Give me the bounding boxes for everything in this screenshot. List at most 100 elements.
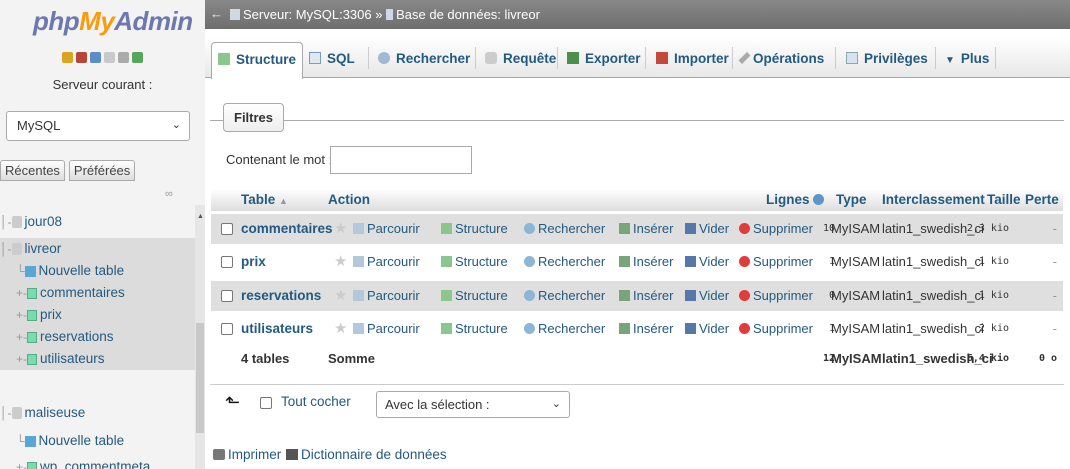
query-window-icon[interactable] [90,52,101,63]
action-browse[interactable]: Parcourir [353,314,420,344]
home-icon[interactable] [62,52,73,63]
row-size[interactable]: 2,3 kio [967,214,1009,244]
docs-icon[interactable] [104,52,115,63]
tree-db-livreor[interactable]: │- livreor [0,238,195,260]
tab-more[interactable]: ▼ Plus [945,42,989,76]
reload-icon[interactable] [132,52,143,63]
arrow-left-icon[interactable]: ← [210,6,223,21]
tab-recent[interactable]: Récentes [0,160,65,181]
header-size[interactable]: Taille [987,192,1021,207]
tab-privileges[interactable]: Privilèges [846,42,928,76]
action-structure[interactable]: Structure [441,247,508,277]
with-selected-select[interactable]: Avec la sélection : ⌄ [376,391,570,418]
action-search[interactable]: Rechercher [524,214,605,244]
tab-search[interactable]: Rechercher [378,42,470,76]
action-search[interactable]: Rechercher [524,314,605,344]
header-collation[interactable]: Interclassement [882,192,985,207]
expand-icon[interactable]: │- [0,215,12,229]
action-drop[interactable]: Supprimer [739,214,813,244]
action-drop[interactable]: Supprimer [739,247,813,277]
table-name-link[interactable]: commentaires [241,214,333,244]
action-empty[interactable]: Vider [685,314,729,344]
row-checkbox[interactable] [221,256,233,268]
action-search[interactable]: Rechercher [524,281,605,311]
phpmyadmin-logo[interactable]: phpMyAdmin [33,6,193,37]
import-icon [656,52,668,64]
action-browse[interactable]: Parcourir [353,247,420,277]
tree-new-table[interactable]: └ Nouvelle table [0,260,195,282]
table-summary-row: 4 tables Somme 12 MyISAM latin1_swedish_… [211,348,1063,370]
tree-table-prix[interactable]: +- prix [0,304,195,326]
tree-table-wp-commentmeta[interactable]: +- wp_commentmeta [0,456,150,469]
tab-export[interactable]: Exporter [567,42,641,76]
scrollbar-thumb[interactable] [196,323,204,433]
favorite-star-icon[interactable]: ★ [334,314,347,344]
table-name-link[interactable]: utilisateurs [241,314,313,344]
action-empty[interactable]: Vider [685,281,729,311]
action-empty[interactable]: Vider [685,247,729,277]
tree-table-utilisateurs[interactable]: +- utilisateurs [0,348,195,370]
link-with-main-icon[interactable]: ∞ [165,188,173,200]
favorite-star-icon[interactable]: ★ [334,281,347,311]
tab-import[interactable]: Importer [656,42,729,76]
breadcrumb-server[interactable]: Serveur: MySQL:3306 [243,7,372,22]
row-size[interactable]: 1 kio [979,247,1009,277]
action-insert[interactable]: Insérer [619,214,673,244]
header-rows[interactable]: Lignes [766,192,825,207]
header-overhead[interactable]: Perte [1025,192,1059,207]
tree-db-maliseuse[interactable]: │- maliseuse [0,402,195,424]
row-checkbox[interactable] [221,290,233,302]
tab-operations[interactable]: Opérations [738,42,824,76]
sql-icon [309,52,321,64]
scroll-up-icon[interactable]: ▲ [197,213,204,220]
row-checkbox[interactable] [221,323,233,335]
table-name-link[interactable]: reservations [241,281,321,311]
settings-icon[interactable] [118,52,129,63]
row-size[interactable]: 2 kio [979,314,1009,344]
action-insert[interactable]: Insérer [619,281,673,311]
check-all-checkbox[interactable] [260,397,272,409]
logout-icon[interactable] [76,52,87,63]
info-icon[interactable] [813,194,825,205]
row-collation: latin1_swedish_ci [882,288,984,303]
tree-scrollbar[interactable]: ▲ [195,205,205,469]
server-select[interactable]: MySQL ⌄ [6,111,190,141]
breadcrumb: Serveur: MySQL:3306 » Base de données: l… [230,7,540,22]
row-size[interactable]: 1 kio [979,281,1009,311]
action-search[interactable]: Rechercher [524,247,605,277]
table-name-link[interactable]: prix [241,247,266,277]
action-structure[interactable]: Structure [441,314,508,344]
action-drop[interactable]: Supprimer [739,314,813,344]
tab-structure[interactable]: Structure [211,42,304,79]
tree-table-reservations[interactable]: +- reservations [0,326,195,348]
table-row: commentaires ★ Parcourir Structure Reche… [211,214,1063,244]
action-structure[interactable]: Structure [441,214,508,244]
action-browse[interactable]: Parcourir [353,214,420,244]
row-checkbox[interactable] [221,223,233,235]
tab-query[interactable]: Requête [485,42,556,76]
row-overhead: - [1052,288,1057,303]
collapse-icon[interactable]: │- [0,242,12,256]
action-insert[interactable]: Insérer [619,314,673,344]
header-type[interactable]: Type [836,192,867,207]
action-empty[interactable]: Vider [685,214,729,244]
favorite-star-icon[interactable]: ★ [334,247,347,277]
favorite-star-icon[interactable]: ★ [334,214,347,244]
filter-input[interactable] [330,146,472,174]
tab-sql[interactable]: SQL [309,42,355,76]
tree-db-jour08[interactable]: │- jour08 [0,211,62,233]
action-browse[interactable]: Parcourir [353,281,420,311]
breadcrumb-database[interactable]: Base de données: livreor [396,7,540,22]
tab-favorites[interactable]: Préférées [68,160,136,181]
check-all-label[interactable]: Tout cocher [281,394,351,409]
tree-table-commentaires[interactable]: +- commentaires [0,282,195,304]
insert-icon [619,323,630,334]
print-link[interactable]: Imprimer [213,447,281,462]
action-structure[interactable]: Structure [441,281,508,311]
collapse-icon[interactable]: │- [0,406,12,420]
header-table[interactable]: Table ▲ [241,192,288,207]
data-dictionary-link[interactable]: Dictionnaire de données [286,447,447,462]
action-drop[interactable]: Supprimer [739,281,813,311]
tree-new-table[interactable]: └ Nouvelle table [0,430,124,452]
action-insert[interactable]: Insérer [619,247,673,277]
